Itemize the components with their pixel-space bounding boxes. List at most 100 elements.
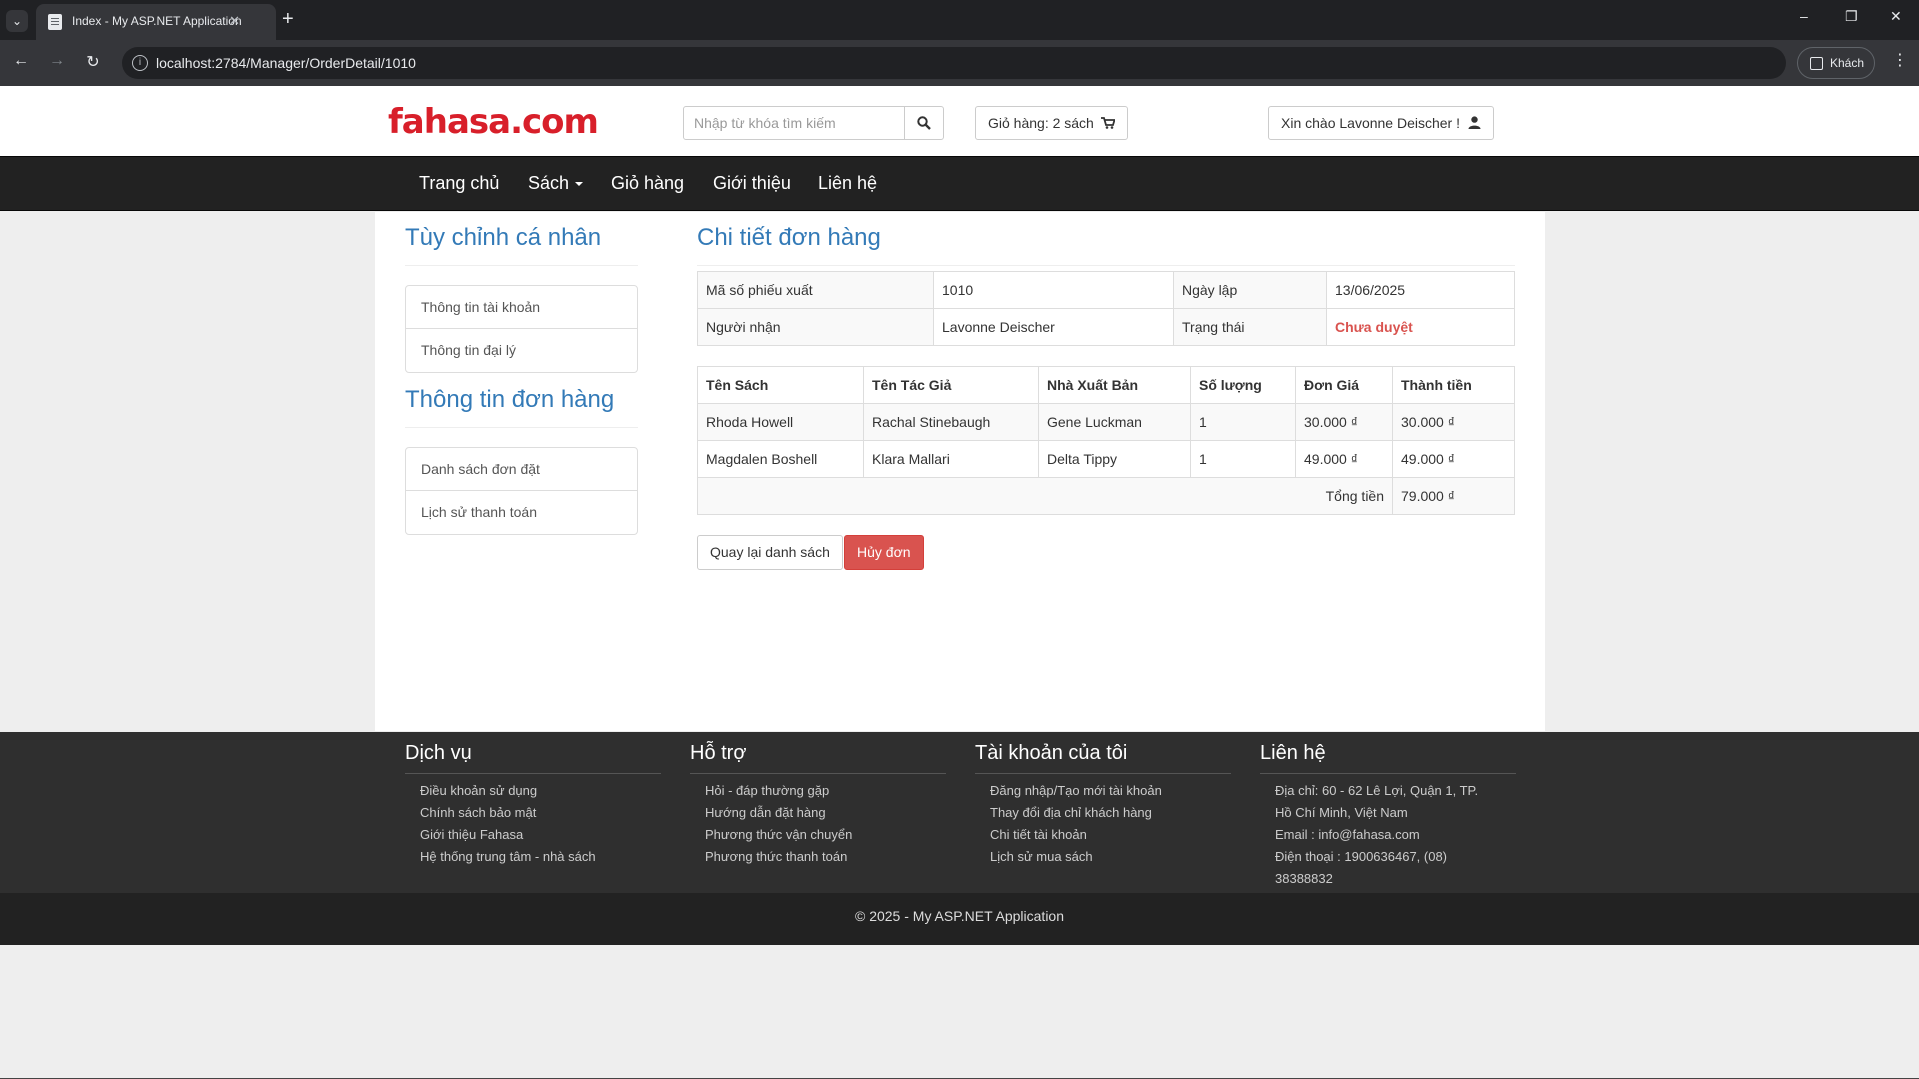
status-label: Trạng thái xyxy=(1173,308,1327,346)
site-footer: Dịch vụ Điều khoản sử dụng Chính sách bả… xyxy=(0,732,1919,893)
nav-home[interactable]: Trang chủ xyxy=(419,173,499,194)
menu-account-info[interactable]: Thông tin tài khoản xyxy=(406,286,637,329)
author-cell: Klara Mallari xyxy=(863,440,1039,478)
footer-link[interactable]: Phương thức vận chuyển xyxy=(705,824,946,846)
divider xyxy=(405,427,638,428)
footer-link[interactable]: Đăng nhập/Tạo mới tài khoản xyxy=(990,780,1231,802)
search-input[interactable] xyxy=(683,106,905,140)
back-icon[interactable]: ← xyxy=(10,52,32,70)
restore-icon[interactable]: ❐ xyxy=(1845,8,1858,25)
close-tab-icon[interactable]: ✕ xyxy=(229,13,240,29)
column-header: Đơn Giá xyxy=(1295,366,1393,404)
book-name-cell: Magdalen Boshell xyxy=(697,440,864,478)
cancel-order-button[interactable]: Hủy đơn xyxy=(844,535,924,570)
reload-icon[interactable]: ↻ xyxy=(82,52,104,72)
recipient-label: Người nhận xyxy=(697,308,934,346)
nav-books-label: Sách xyxy=(528,173,570,193)
order-date-value: 13/06/2025 xyxy=(1326,271,1515,309)
footer-text: Địa chỉ: 60 - 62 Lê Lợi, Quận 1, TP. xyxy=(1275,783,1479,798)
footer-column-services: Dịch vụ Điều khoản sử dụng Chính sách bả… xyxy=(405,742,661,868)
footer-text: Điện thoại : 1900636467, (08) xyxy=(1275,849,1448,864)
tab-search-button[interactable]: ⌄ xyxy=(6,10,28,32)
profile-button[interactable]: Khách xyxy=(1797,47,1875,79)
footer-link[interactable]: Giới thiệu Fahasa xyxy=(420,824,661,846)
new-tab-icon[interactable]: + xyxy=(282,8,294,31)
browser-tab[interactable]: Index - My ASP.NET Application ✕ xyxy=(36,4,276,40)
column-header: Tên Sách xyxy=(697,366,864,404)
page-icon xyxy=(48,14,62,30)
user-icon xyxy=(1468,116,1481,129)
nav-cart[interactable]: Giỏ hàng xyxy=(611,173,684,194)
user-menu-button[interactable]: Xin chào Lavonne Deischer ! xyxy=(1268,106,1494,140)
order-id-label: Mã số phiếu xuất xyxy=(697,271,934,309)
unit-price-cell: 30.000 ₫ xyxy=(1295,403,1393,441)
divider xyxy=(405,265,638,266)
site-logo[interactable]: fahasa.com xyxy=(388,102,599,142)
copyright: © 2025 - My ASP.NET Application xyxy=(0,893,1919,945)
personal-menu: Thông tin tài khoản Thông tin đại lý xyxy=(405,285,638,373)
footer-link[interactable]: Thay đổi địa chỉ khách hàng xyxy=(990,802,1231,824)
close-window-icon[interactable]: ✕ xyxy=(1890,8,1902,25)
main-navbar: Trang chủ Sách Giỏ hàng Giới thiệu Liên … xyxy=(0,156,1919,211)
page: fahasa.com Giỏ hàng: 2 sách Xin chào Lav… xyxy=(0,86,1919,1079)
footer-column-contact: Liên hệ Địa chỉ: 60 - 62 Lê Lợi, Quận 1,… xyxy=(1260,742,1516,890)
book-name-cell: Rhoda Howell xyxy=(697,403,864,441)
order-items-table: Tên Sách Tên Tác Giả Nhà Xuất Bản Số lượ… xyxy=(697,366,1515,515)
nav-books-dropdown[interactable]: Sách xyxy=(528,173,584,194)
profile-label: Khách xyxy=(1830,56,1865,70)
footer-column-account: Tài khoản của tôi Đăng nhập/Tạo mới tài … xyxy=(975,742,1231,868)
nav-about[interactable]: Giới thiệu xyxy=(713,173,791,194)
main-content: Tùy chỉnh cá nhân Thông tin tài khoản Th… xyxy=(375,212,1545,731)
browser-tabstrip: ⌄ Index - My ASP.NET Application ✕ + – ❐… xyxy=(0,0,1919,40)
line-total-cell: 49.000 ₫ xyxy=(1392,440,1515,478)
footer-link[interactable]: Hướng dẫn đặt hàng xyxy=(705,802,946,824)
footer-text: Hồ Chí Minh, Việt Nam xyxy=(1275,805,1408,820)
menu-agency-info[interactable]: Thông tin đại lý xyxy=(406,329,637,372)
minimize-icon[interactable]: – xyxy=(1800,8,1808,24)
footer-heading: Tài khoản của tôi xyxy=(975,742,1231,774)
footer-link[interactable]: Điều khoản sử dụng xyxy=(420,780,661,802)
footer-text: Email : info@fahasa.com xyxy=(1275,827,1420,842)
publisher-cell: Gene Luckman xyxy=(1038,403,1191,441)
column-header: Tên Tác Giả xyxy=(863,366,1039,404)
table-row: Rhoda Howell Rachal Stinebaugh Gene Luck… xyxy=(697,403,1515,441)
site-header: fahasa.com Giỏ hàng: 2 sách Xin chào Lav… xyxy=(0,86,1919,156)
back-to-list-button[interactable]: Quay lại danh sách xyxy=(697,535,843,570)
footer-link[interactable]: Lịch sử mua sách xyxy=(990,846,1231,868)
author-cell: Rachal Stinebaugh xyxy=(863,403,1039,441)
footer-heading: Dịch vụ xyxy=(405,742,661,774)
status-badge: Chưa duyệt xyxy=(1326,308,1515,346)
cart-button[interactable]: Giỏ hàng: 2 sách xyxy=(975,106,1128,140)
nav-contact[interactable]: Liên hệ xyxy=(818,173,877,194)
address-url[interactable]: localhost:2784/Manager/OrderDetail/1010 xyxy=(156,55,416,71)
footer-heading: Liên hệ xyxy=(1260,742,1516,774)
address-bar[interactable]: i localhost:2784/Manager/OrderDetail/101… xyxy=(122,47,1786,79)
menu-order-list[interactable]: Danh sách đơn đặt xyxy=(406,448,637,491)
site-info-icon[interactable]: i xyxy=(132,55,148,71)
cart-label: Giỏ hàng: 2 sách xyxy=(988,115,1094,131)
total-row: Tổng tiền 79.000 ₫ xyxy=(697,477,1515,515)
browser-menu-icon[interactable]: ⋮ xyxy=(1892,50,1908,70)
footer-link[interactable]: Chính sách bảo mật xyxy=(420,802,661,824)
column-header: Nhà Xuất Bản xyxy=(1038,366,1191,404)
forward-icon[interactable]: → xyxy=(46,52,68,70)
search-button[interactable] xyxy=(904,106,944,140)
total-value: 79.000 ₫ xyxy=(1392,477,1515,515)
footer-column-support: Hỗ trợ Hỏi - đáp thường gặp Hướng dẫn đặ… xyxy=(690,742,946,868)
personal-settings-title: Tùy chỉnh cá nhân xyxy=(405,224,602,251)
recipient-value: Lavonne Deischer xyxy=(933,308,1174,346)
footer-link[interactable]: Hệ thống trung tâm - nhà sách xyxy=(420,846,661,868)
publisher-cell: Delta Tippy xyxy=(1038,440,1191,478)
tab-title: Index - My ASP.NET Application xyxy=(72,14,242,28)
divider xyxy=(697,265,1515,266)
order-id-value: 1010 xyxy=(933,271,1174,309)
search-icon xyxy=(917,116,931,130)
footer-link[interactable]: Phương thức thanh toán xyxy=(705,846,946,868)
menu-payment-history[interactable]: Lịch sử thanh toán xyxy=(406,491,637,534)
footer-heading: Hỗ trợ xyxy=(690,742,946,774)
total-label: Tổng tiền xyxy=(697,477,1393,515)
line-total-cell: 30.000 ₫ xyxy=(1392,403,1515,441)
footer-link[interactable]: Chi tiết tài khoản xyxy=(990,824,1231,846)
footer-link[interactable]: Hỏi - đáp thường gặp xyxy=(705,780,946,802)
column-header: Số lượng xyxy=(1190,366,1296,404)
